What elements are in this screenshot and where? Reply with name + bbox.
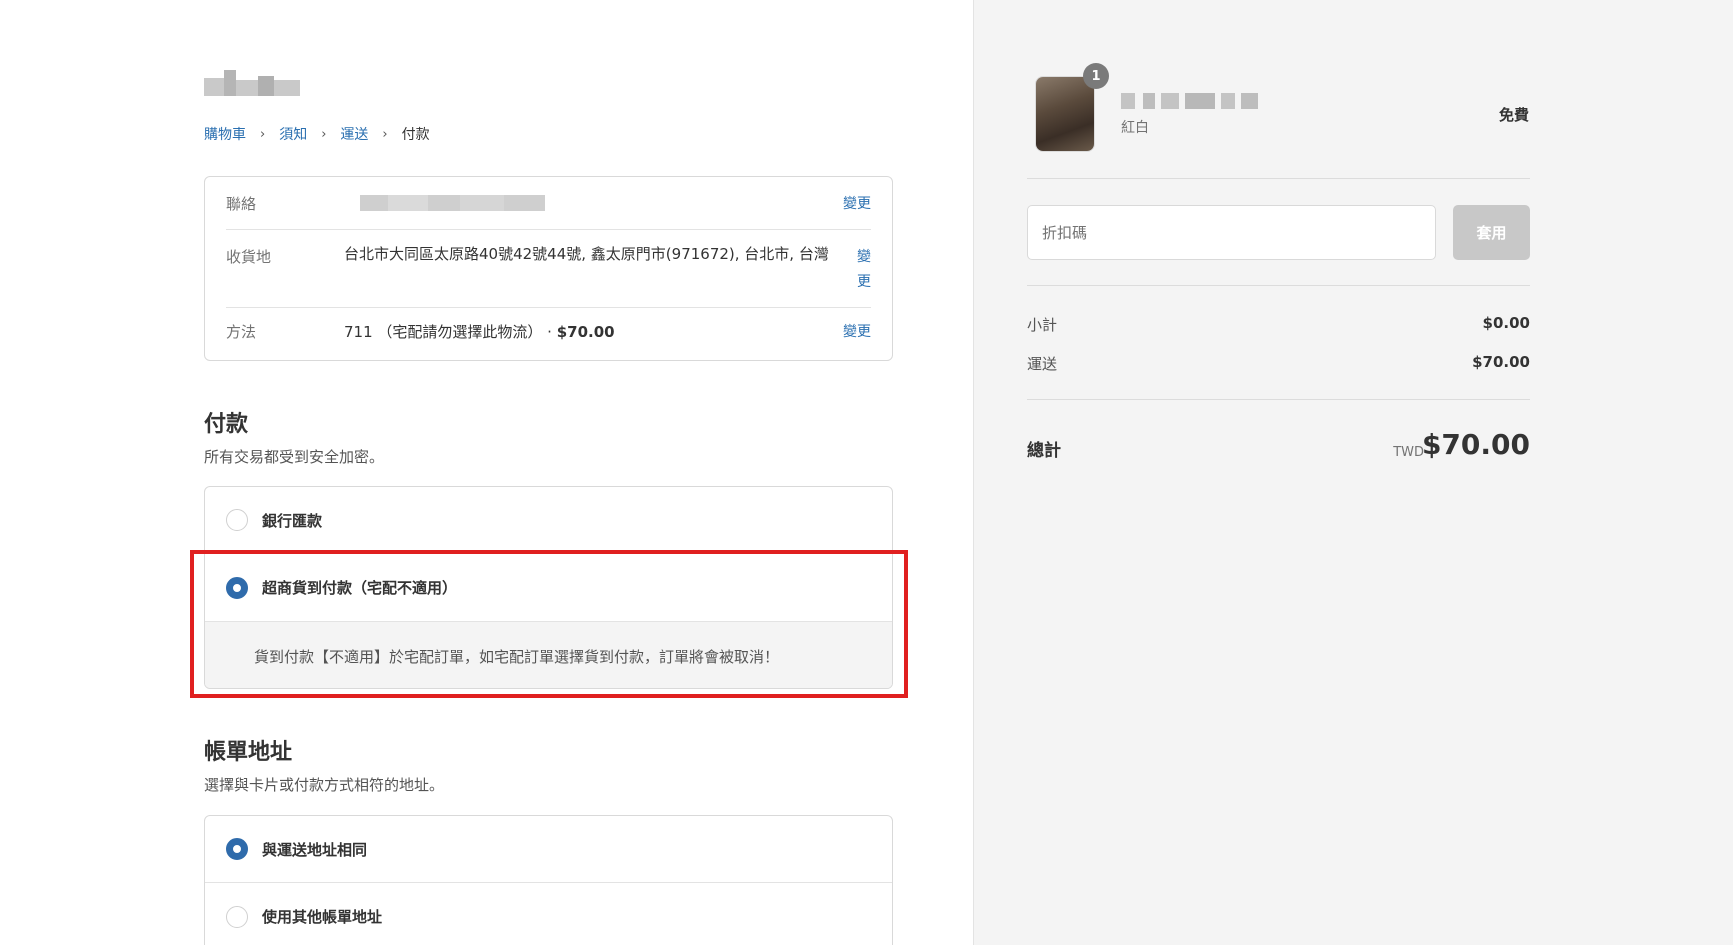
highlight-box — [190, 550, 908, 698]
method-price: $70.00 — [556, 323, 615, 341]
summary-divider — [1027, 178, 1530, 179]
change-contact-link[interactable]: 變更 — [843, 193, 871, 213]
product-image — [1036, 77, 1094, 151]
chevron-right-icon: › — [260, 126, 266, 142]
product-price: 免費 — [1498, 106, 1529, 124]
shipping-value: $70.00 — [1472, 353, 1530, 371]
address-label: 收貨地 — [226, 248, 272, 266]
payment-option-bank-transfer[interactable]: 銀行匯款 — [205, 487, 892, 554]
total-value: $70.00 — [1421, 428, 1530, 461]
breadcrumb-cart[interactable]: 購物車 — [204, 124, 246, 144]
method-label: 方法 — [226, 323, 257, 341]
change-address-link[interactable]: 變更 — [857, 245, 871, 295]
radio-billing-other[interactable] — [226, 905, 248, 928]
summary-divider — [1027, 285, 1530, 286]
discount-code-input[interactable] — [1027, 205, 1436, 260]
billing-title: 帳單地址 — [204, 740, 293, 765]
method-value: 711 （宅配請勿選擇此物流） · $70.00 — [344, 320, 615, 345]
billing-other-label: 使用其他帳單地址 — [262, 908, 383, 926]
change-method-link[interactable]: 變更 — [843, 320, 871, 345]
apply-discount-button[interactable]: 套用 — [1453, 205, 1530, 260]
payment-title: 付款 — [204, 412, 249, 437]
subtotal-value: $0.00 — [1482, 314, 1530, 332]
product-name-redacted — [1121, 90, 1258, 112]
summary-divider — [1027, 399, 1530, 400]
billing-option-same[interactable]: 與運送地址相同 — [205, 816, 892, 883]
contact-value-redacted — [360, 193, 545, 213]
chevron-right-icon: › — [321, 126, 327, 142]
billing-subtitle: 選擇與卡片或付款方式相符的地址。 — [204, 776, 445, 794]
method-name: 711 （宅配請勿選擇此物流） — [344, 323, 543, 341]
billing-option-other[interactable]: 使用其他帳單地址 — [205, 883, 892, 945]
subtotal-label: 小計 — [1027, 316, 1058, 334]
breadcrumb-payment: 付款 — [401, 127, 430, 143]
review-row-method: 方法 711 （宅配請勿選擇此物流） · $70.00 變更 — [226, 308, 871, 360]
checkout-main: 購物車 › 須知 › 運送 › 付款 聯絡 變更 收貨地 台北市大同區太原路40… — [0, 0, 973, 945]
review-row-address: 收貨地 台北市大同區太原路40號42號44號, 鑫太原門市(971672), 台… — [226, 230, 871, 308]
total-label: 總計 — [1027, 441, 1061, 461]
product-variant: 紅白 — [1121, 120, 1149, 136]
radio-billing-same[interactable] — [226, 838, 248, 860]
shipping-label: 運送 — [1027, 355, 1058, 373]
billing-same-label: 與運送地址相同 — [262, 840, 368, 859]
billing-address-options: 與運送地址相同 使用其他帳單地址 — [204, 815, 893, 945]
contact-label: 聯絡 — [226, 195, 257, 213]
breadcrumb-shipping[interactable]: 運送 — [340, 124, 368, 144]
store-logo[interactable] — [204, 66, 300, 102]
method-dot: · — [542, 323, 557, 341]
total-currency: TWD — [1393, 445, 1424, 460]
chevron-right-icon: › — [382, 126, 388, 142]
payment-subtitle: 所有交易都受到安全加密。 — [204, 448, 385, 466]
bank-transfer-label: 銀行匯款 — [262, 511, 323, 530]
radio-bank-transfer[interactable] — [226, 509, 248, 531]
review-row-contact: 聯絡 變更 — [226, 177, 871, 230]
breadcrumb-info[interactable]: 須知 — [279, 124, 307, 144]
address-value: 台北市大同區太原路40號42號44號, 鑫太原門市(971672), 台北市, … — [344, 245, 829, 263]
breadcrumb: 購物車 › 須知 › 運送 › 付款 — [204, 124, 430, 144]
order-review-box: 聯絡 變更 收貨地 台北市大同區太原路40號42號44號, 鑫太原門市(9716… — [204, 176, 893, 361]
product-thumbnail — [1035, 76, 1095, 152]
quantity-badge: 1 — [1083, 63, 1109, 89]
